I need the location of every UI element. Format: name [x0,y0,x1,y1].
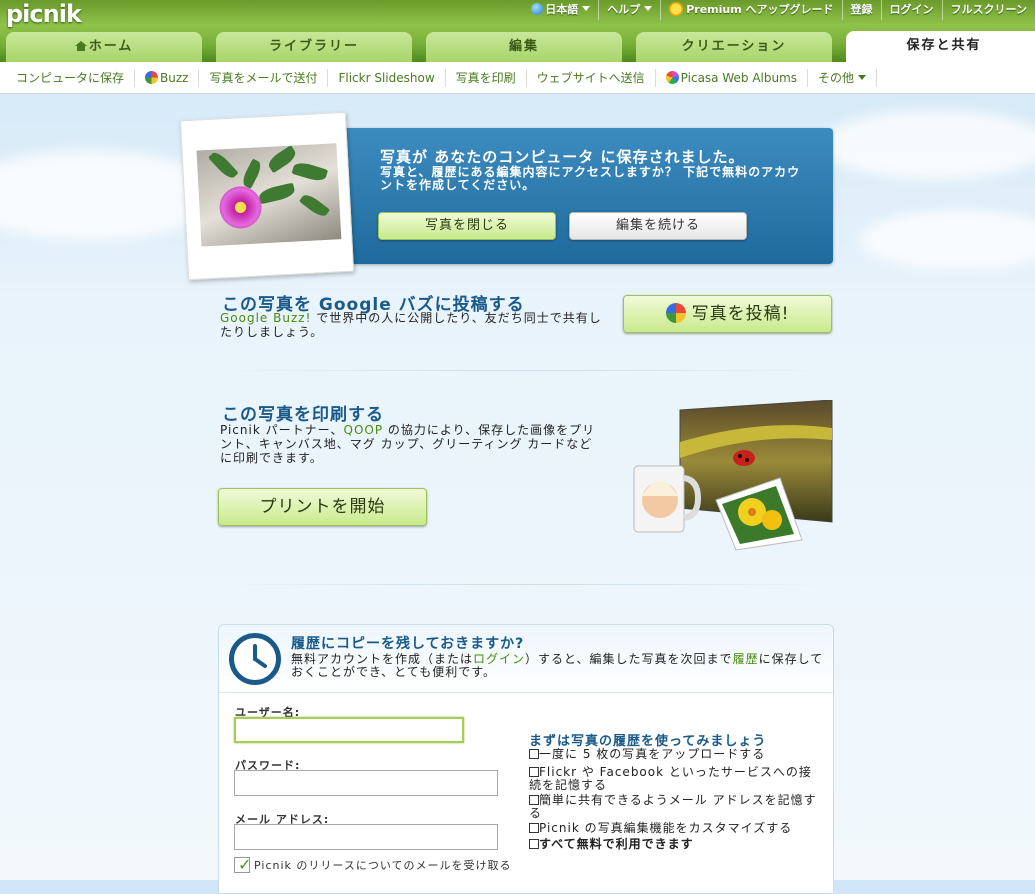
divider [218,584,833,585]
google-buzz-link[interactable]: Google Buzz! [220,311,311,325]
history-header: 履歴にコピーを残しておきますか? 無料アカウントを作成（またはログイン）すると、… [219,625,833,693]
benefit-item: Flickr や Facebook といったサービスへの接続を記憶する [529,765,812,792]
chevron-down-icon [858,74,867,80]
subnav-buzz[interactable]: Buzz [135,68,200,87]
username-input[interactable] [234,717,464,743]
premium-upgrade-link[interactable]: Premium へアップグレード [661,0,843,20]
checkbox-icon [529,749,539,759]
checkbox-icon [529,839,539,849]
photo-thumbnail [196,143,342,247]
start-print-button[interactable]: プリントを開始 [218,488,427,526]
checkbox-icon [529,795,539,805]
clock-icon [229,633,281,685]
checkbox-icon [529,767,539,777]
tab-save-share[interactable]: 保存と共有 [846,31,1035,62]
close-photo-button[interactable]: 写真を閉じる [378,212,556,240]
tab-library[interactable]: ライブラリー [216,32,412,62]
checkmark-icon: ✓ [238,855,253,874]
saved-notice-panel: 写真が あなたのコンピュータ に保存されました。 写真と、履歴にある編集内容にア… [330,128,833,264]
subnav-more[interactable]: その他 [808,68,878,87]
print-section-title: この写真を印刷する [222,405,384,425]
tab-home[interactable]: ホーム [6,32,202,62]
subnav-save-computer[interactable]: コンピュータに保存 [6,68,136,87]
chevron-down-icon [582,6,591,11]
tab-edit[interactable]: 編集 [426,32,622,62]
history-link[interactable]: 履歴 [733,652,759,666]
sun-icon [669,2,684,16]
tab-create[interactable]: クリエーション [636,32,832,62]
login-link[interactable]: ログイン [473,652,525,666]
home-icon [74,41,87,51]
picasa-icon [665,70,679,84]
email-input[interactable] [234,824,498,850]
saved-title: 写真が あなたのコンピュータ に保存されました。 [380,148,745,166]
checkbox-icon [529,823,539,833]
header: picnik 日本語 ヘルプ Premium へアップグレード 登録 ログイン … [0,0,1035,62]
divider [218,370,833,371]
print-section-text: Picnik パートナー、QOOP の協力により、保存した画像をプリント、キャン… [220,423,596,465]
photo-thumbnail-card [179,111,355,281]
buzz-icon [665,303,686,323]
history-title: 履歴にコピーを残しておきますか? [291,636,525,652]
cloud-decoration [860,210,1035,270]
buzz-icon [145,70,159,84]
subnav-print[interactable]: 写真を印刷 [446,68,527,87]
post-to-buzz-button[interactable]: 写真を投稿! [623,295,832,333]
history-signup-panel: 履歴にコピーを残しておきますか? 無料アカウントを作成（またはログイン）すると、… [218,624,834,894]
language-menu[interactable]: 日本語 [523,0,600,20]
benefit-item: 一度に 5 枚の写真をアップロードする [529,748,819,761]
subnav-flickr-slideshow[interactable]: Flickr Slideshow [328,68,446,87]
globe-icon [531,3,544,15]
chevron-down-icon [644,6,653,11]
subnav-email[interactable]: 写真をメールで送付 [199,68,329,87]
fullscreen-link[interactable]: フルスクリーン [943,0,1035,20]
qoop-link[interactable]: QOOP [344,423,384,437]
newsletter-checkbox[interactable]: ✓ [234,855,253,874]
subnav-picasa[interactable]: Picasa Web Albums [656,68,809,87]
history-description: 無料アカウントを作成（またはログイン）すると、編集した写真を次回まで履歴に保存し… [291,652,824,679]
picnik-logo[interactable]: picnik [6,0,82,28]
print-products-illustration [633,400,833,551]
subnav-website[interactable]: ウェブサイトへ送信 [527,68,656,87]
cloud-decoration [820,110,1035,180]
register-link[interactable]: 登録 [843,0,882,20]
buzz-section-text: Google Buzz! で世界中の人に公開したり、友だち同士で共有したりしまし… [220,311,602,339]
top-nav: 日本語 ヘルプ Premium へアップグレード 登録 ログイン フルスクリーン [523,0,1035,20]
password-input[interactable] [234,770,498,796]
benefit-item: Picnik の写真編集機能をカスタマイズする [529,822,819,835]
continue-editing-button[interactable]: 編集を続ける [569,212,747,240]
help-menu[interactable]: ヘルプ [599,0,662,20]
benefit-item: 簡単に共有できるようメール アドレスを記憶する [529,793,817,820]
benefit-item: すべて無料で利用できます [529,838,819,851]
sub-nav: コンピュータに保存 Buzz 写真をメールで送付 Flickr Slidesho… [0,62,1035,94]
newsletter-option[interactable]: ✓ Picnik のリリースについてのメールを受け取る [234,855,512,874]
saved-description: 写真と、履歴にある編集内容にアクセスしますか？ 下記で無料のアカウントを作成して… [380,165,801,192]
login-link[interactable]: ログイン [882,0,943,20]
